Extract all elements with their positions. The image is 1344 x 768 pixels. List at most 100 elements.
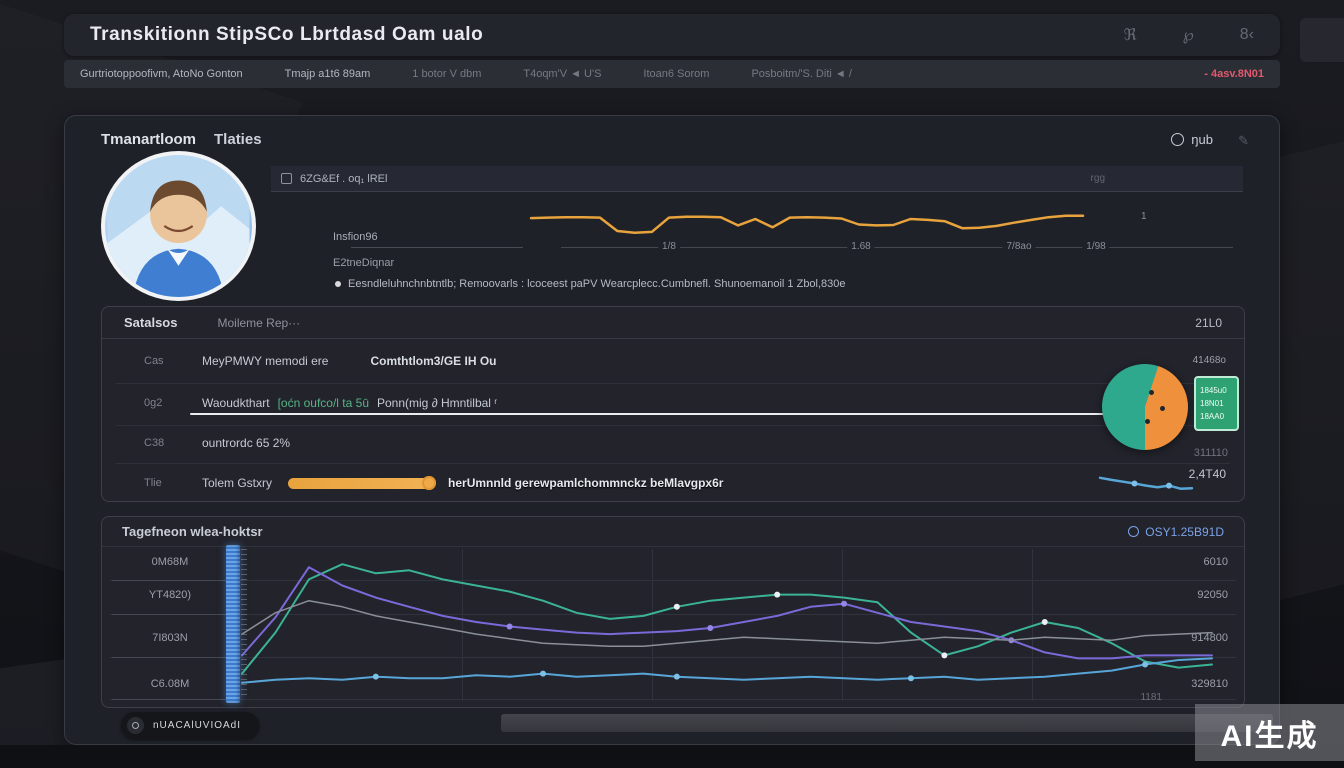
row-text: Tolem Gstxry: [202, 476, 272, 490]
alert-value: - 4asv.8N01: [1204, 68, 1264, 80]
trend-title: Tagefneon wlea-hoktsr: [122, 524, 263, 539]
trend-row-label: C6.08M: [114, 678, 226, 690]
overview-note-text: Eesndleluhnchnbtntlb; Remoovarls : lcoce…: [348, 278, 846, 290]
ai-watermark: AI生成: [1195, 704, 1344, 761]
stats-right-small: 41468o: [1193, 355, 1226, 366]
avatar-illustration: [105, 155, 252, 297]
row-divider: [116, 463, 1230, 464]
app-title: Transkitionn StipSCo Lbrtdasd Oam ualo: [90, 24, 483, 46]
footer-pill-label: nUACAlUVIOAdI: [153, 720, 241, 731]
corner-decoration: [1300, 18, 1344, 62]
row-text-highlight: [oćn oufco/l ta 5ū: [278, 396, 369, 410]
panel-title: Tmanartloom Tlaties: [101, 131, 262, 148]
row-label: Cas: [144, 355, 202, 367]
trend-link-label: OSY1.25B91D: [1145, 525, 1224, 539]
row-label-underline: [112, 657, 230, 658]
pie-dot: [1145, 419, 1150, 424]
stats-header-value: 21L0: [1195, 316, 1222, 330]
trend-line-chart: [242, 549, 1212, 701]
row-label-underline: [112, 614, 230, 615]
row-text: MeyPMWY memodi ere: [202, 354, 328, 368]
trend-link[interactable]: OSY1.25B91D: [1128, 525, 1224, 539]
axis-tick: 7/8ao: [1002, 241, 1035, 252]
panel-title-sub: Tlaties: [214, 131, 262, 148]
row-text: Waoudkthart: [202, 396, 270, 410]
row-label: 0g2: [144, 397, 202, 409]
legend-item: 1845u0: [1200, 384, 1237, 397]
row-text: ountrordc 65 2%: [202, 436, 290, 450]
divider: [351, 247, 523, 248]
footer-progress-bar[interactable]: [501, 714, 1273, 732]
dashboard-panel: Tmanartloom Tlaties ŋub ✎ 6ZG&Ef . oq₁ lR…: [64, 115, 1280, 745]
refresh-button[interactable]: ŋub: [1171, 132, 1213, 147]
page-background: Transkitionn StipSCo Lbrtdasd Oam ualo ℜ…: [0, 0, 1344, 768]
panel-title-main: Tmanartloom: [101, 131, 196, 148]
user-icon[interactable]: 8‹: [1240, 26, 1254, 44]
row-label: C38: [144, 437, 202, 449]
progress-pill: [288, 478, 434, 489]
nav-item-6[interactable]: Posboitm/'S. Diti ◄ /: [751, 68, 851, 80]
nav-item-1[interactable]: Gurtriotoppoofivm, AtoNo Gonton: [80, 68, 243, 80]
overview-row2-label: E2tneDiqnar: [333, 257, 394, 269]
stats-bottom-value: 2,4T40: [1189, 467, 1226, 481]
nav-item-2[interactable]: Tmajp a1t6 89am: [285, 68, 371, 80]
bottom-strip: [0, 745, 1344, 768]
row-underline: [190, 413, 1105, 415]
overview-note: Eesndleluhnchnbtntlb; Remoovarls : lcoce…: [335, 278, 1195, 290]
row-divider: [116, 383, 1230, 384]
row-label-underline: [112, 699, 230, 700]
row-text-bold: herUmnnld gerewpamlchommnckz beMlavgpx6r: [448, 476, 723, 490]
legend-item: 18N01: [1200, 397, 1237, 410]
nav-item-5[interactable]: Itoan6 Sorom: [643, 68, 709, 80]
overview-marker: 1: [1141, 211, 1147, 222]
clock-icon: [1128, 526, 1139, 537]
nav-item-3[interactable]: 1 botor V dbm: [412, 68, 481, 80]
trend-row-label: YT4820): [114, 589, 226, 601]
edit-icon[interactable]: ✎: [1238, 133, 1249, 149]
axis-tick: 1/98: [1082, 241, 1109, 252]
refresh-label: ŋub: [1191, 132, 1213, 147]
stats-subtitle[interactable]: Moileme Rep···: [217, 316, 300, 330]
legend-below-value: 311110: [1194, 447, 1228, 459]
stats-card: Satalsos Moileme Rep··· 21L0 Cas MeyPMWY…: [101, 306, 1245, 502]
legend-item: 18AA0: [1200, 410, 1237, 423]
trend-header: Tagefneon wlea-hoktsr OSY1.25B91D: [102, 517, 1244, 547]
pie-legend: 1845u0 18N01 18AA0: [1194, 376, 1239, 431]
stats-row[interactable]: C38 ountrordc 65 2%: [102, 431, 1244, 455]
avatar[interactable]: [101, 151, 256, 301]
overview-sparkline: [531, 196, 1083, 242]
record-icon: [127, 717, 144, 734]
nav-bar: Gurtriotoppoofivm, AtoNo Gonton Tmajp a1…: [64, 60, 1280, 88]
trend-row-label: 7I803N: [114, 632, 226, 644]
trend-card: Tagefneon wlea-hoktsr OSY1.25B91D 0M68M …: [101, 516, 1245, 708]
progress-pill-cap: [422, 476, 436, 490]
settings-icon[interactable]: ℘: [1183, 25, 1194, 45]
axis-tick: 1/8: [658, 241, 680, 252]
stats-header: Satalsos Moileme Rep··· 21L0: [102, 307, 1244, 339]
stats-row[interactable]: 0g2 Waoudkthart [oćn oufco/l ta 5ū Ponn(…: [102, 391, 1244, 415]
row-label: Tlie: [144, 477, 202, 489]
nav-item-4[interactable]: T4oqm'V ◄ U'S: [523, 68, 601, 80]
app-header: Transkitionn StipSCo Lbrtdasd Oam ualo ℜ…: [64, 14, 1280, 56]
overview-header-right: rgg: [1091, 173, 1105, 184]
row-divider: [116, 425, 1230, 426]
overview-row1-label: Insfion96: [333, 231, 378, 243]
footer-pill-button[interactable]: nUACAlUVIOAdI: [121, 712, 259, 739]
stats-row[interactable]: Cas MeyPMWY memodi ere Comthtlom3/GE IH …: [102, 349, 1244, 373]
bullet-icon: [335, 281, 341, 287]
overview-header-label: 6ZG&Ef . oq₁ lREl: [300, 173, 387, 185]
row-text-rest: Ponn(mig ∂ Hmntilbal ʳ: [377, 396, 497, 410]
pie-dot: [1160, 406, 1165, 411]
trend-corner-text: 1181: [1140, 692, 1162, 703]
notification-icon[interactable]: ℜ: [1124, 25, 1137, 45]
row-text-secondary: Comthtlom3/GE IH Ou: [370, 354, 496, 368]
status-pie-chart: [1102, 364, 1188, 450]
mini-sparkline: [1100, 470, 1192, 496]
refresh-icon: [1171, 133, 1184, 146]
highlight-bar[interactable]: [226, 545, 240, 703]
stats-title[interactable]: Satalsos: [124, 315, 177, 330]
stats-row[interactable]: Tlie Tolem Gstxry herUmnnld gerewpamlcho…: [102, 471, 1244, 495]
trend-row-label: 0M68M: [114, 556, 226, 568]
pie-dot: [1149, 390, 1154, 395]
row-label-underline: [112, 580, 230, 581]
